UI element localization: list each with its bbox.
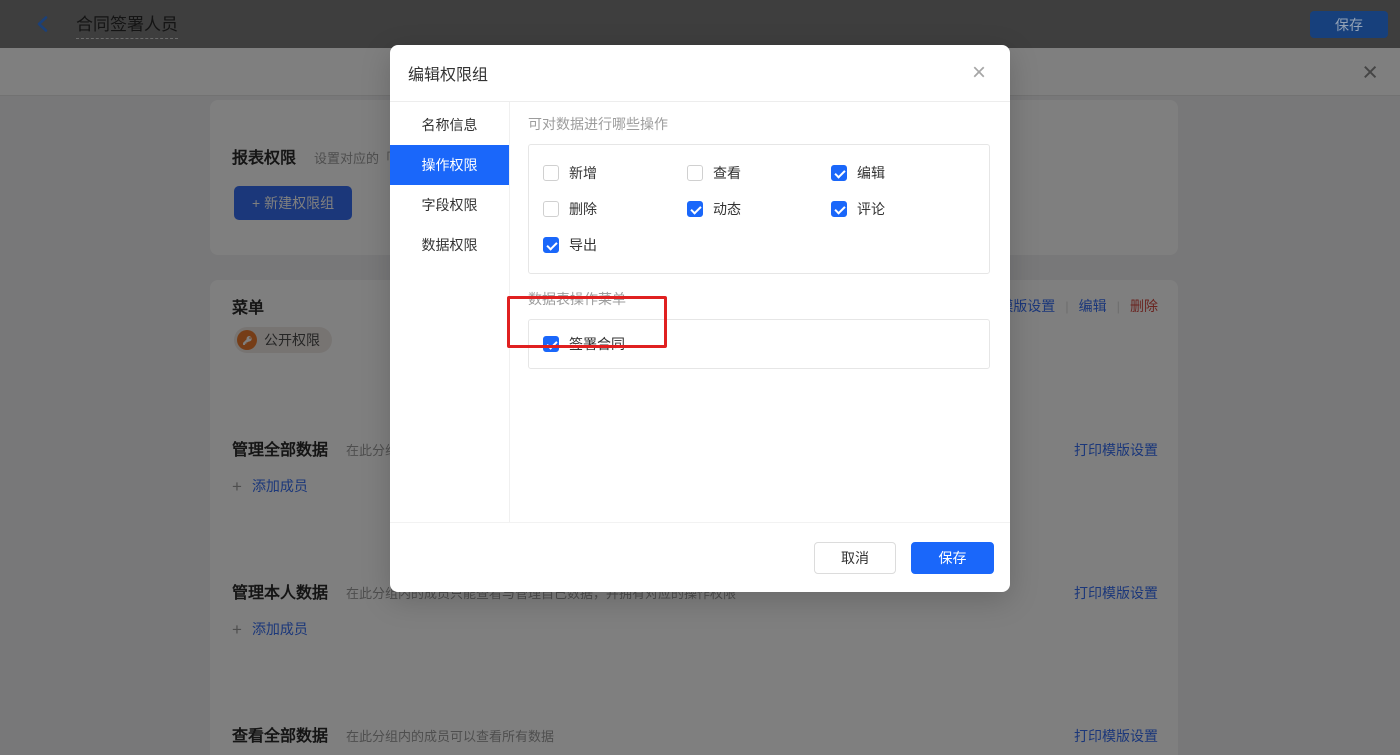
dialog-close-icon[interactable]: × (966, 61, 992, 85)
dialog-title: 编辑权限组 (408, 67, 489, 84)
operations-section-label: 可对数据进行哪些操作 (528, 116, 668, 132)
op-checkbox-6[interactable] (543, 237, 559, 253)
operations-checkbox-group: 新增 查看 编辑删除 动态 评论导出 (528, 144, 990, 274)
dialog-header: 编辑权限组 × (390, 45, 1010, 102)
op-checkbox-label-4: 动态 (713, 201, 741, 217)
op-checkbox-0[interactable] (543, 165, 559, 181)
menu-op-checkbox-label-0: 签署合同 (569, 336, 625, 352)
op-checkbox-item-5[interactable]: 评论 (831, 191, 975, 227)
dialog-tab-0[interactable]: 名称信息 (390, 105, 509, 145)
op-checkbox-label-1: 查看 (713, 165, 741, 181)
dialog-body: 名称信息 操作权限 字段权限 数据权限 可对数据进行哪些操作 新增 查看 编辑删除 动态 评论… (390, 102, 1010, 522)
op-checkbox-item-3[interactable]: 删除 (543, 191, 687, 227)
op-checkbox-1[interactable] (687, 165, 703, 181)
op-checkbox-3[interactable] (543, 201, 559, 217)
op-checkbox-item-2[interactable]: 编辑 (831, 155, 975, 191)
op-checkbox-label-5: 评论 (857, 201, 885, 217)
dialog-tab-1[interactable]: 操作权限 (390, 145, 509, 185)
dialog-tab-2[interactable]: 字段权限 (390, 185, 509, 225)
dialog-tab-3[interactable]: 数据权限 (390, 225, 509, 265)
op-checkbox-label-3: 删除 (569, 201, 597, 217)
op-checkbox-2[interactable] (831, 165, 847, 181)
op-checkbox-item-1[interactable]: 查看 (687, 155, 831, 191)
save-button[interactable]: 保存 (911, 541, 994, 574)
dialog-content: 可对数据进行哪些操作 新增 查看 编辑删除 动态 评论导出 数据表操作菜单 签署合同 (510, 102, 1010, 522)
topbar: 合同签署人员 保存 (0, 0, 1400, 48)
menu-op-checkbox-0[interactable] (543, 336, 559, 352)
dialog-footer: 取消 保存 (390, 522, 1010, 592)
cancel-button[interactable]: 取消 (814, 541, 896, 574)
op-checkbox-label-6: 导出 (569, 237, 597, 253)
menu-op-checkbox-item-0[interactable]: 签署合同 (543, 327, 975, 361)
op-checkbox-4[interactable] (687, 201, 703, 217)
op-checkbox-item-0[interactable]: 新增 (543, 155, 687, 191)
page-title: 合同签署人员 (76, 10, 178, 39)
op-checkbox-5[interactable] (831, 201, 847, 217)
dialog-tab-nav: 名称信息 操作权限 字段权限 数据权限 (390, 102, 510, 522)
topbar-save-button[interactable]: 保存 (1310, 11, 1388, 38)
op-checkbox-item-4[interactable]: 动态 (687, 191, 831, 227)
back-icon[interactable] (34, 15, 52, 33)
table-menu-section-label: 数据表操作菜单 (528, 291, 626, 307)
op-checkbox-label-0: 新增 (569, 165, 597, 181)
op-checkbox-label-2: 编辑 (857, 165, 885, 181)
table-menu-checkbox-group: 签署合同 (528, 319, 990, 369)
edit-permission-group-dialog: 编辑权限组 × 名称信息 操作权限 字段权限 数据权限 可对数据进行哪些操作 新增 查看… (390, 45, 1010, 592)
op-checkbox-item-6[interactable]: 导出 (543, 227, 687, 263)
